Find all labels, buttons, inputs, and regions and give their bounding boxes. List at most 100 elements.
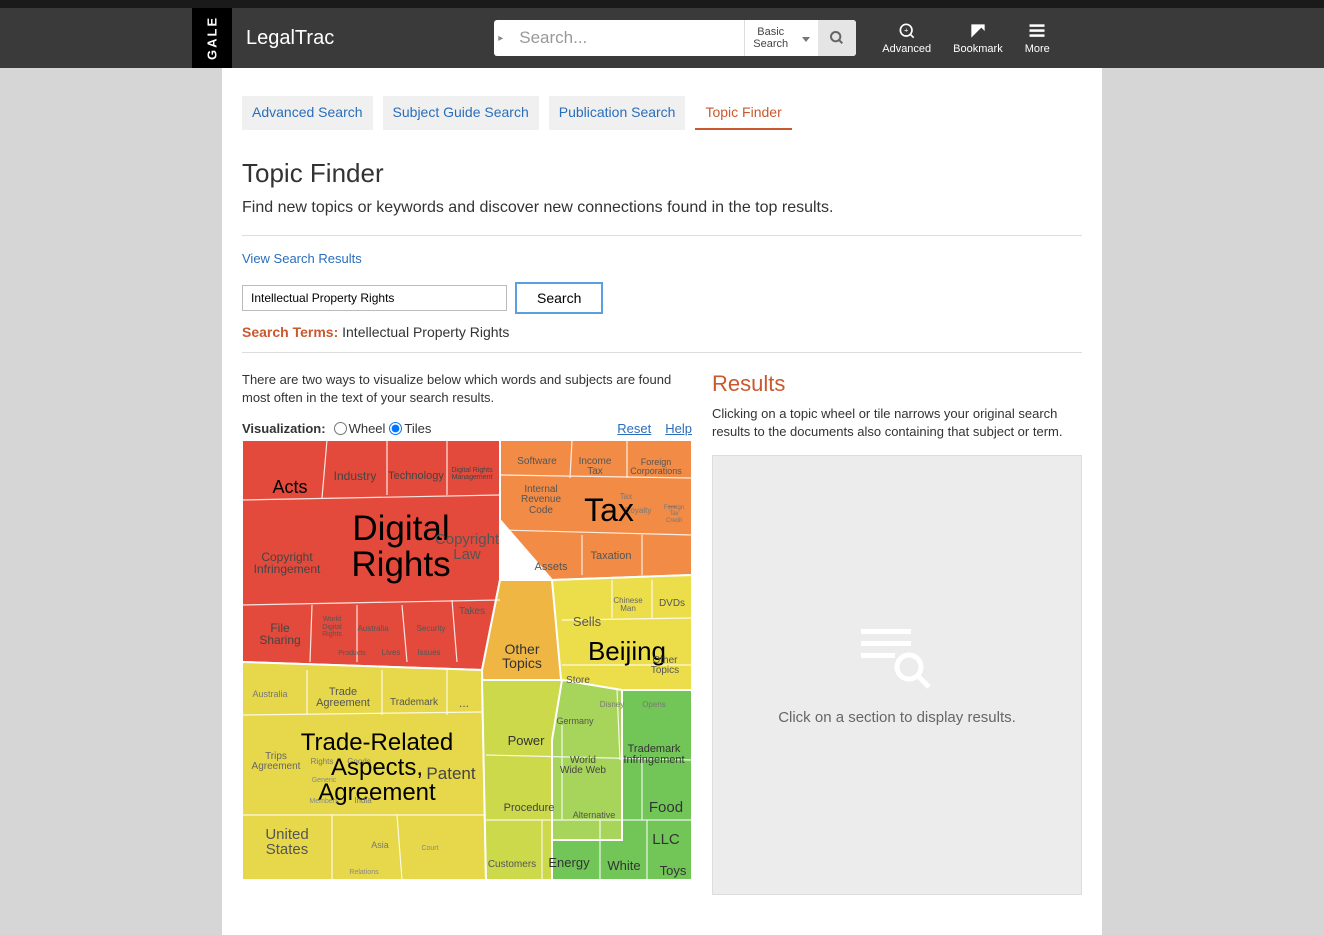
more-tool[interactable]: More — [1025, 21, 1050, 55]
results-column: Results Clicking on a topic wheel or til… — [712, 371, 1082, 895]
tile-world-digital-rights[interactable]: World Digital Rights — [312, 613, 352, 641]
tile-procedure[interactable]: Procedure — [498, 795, 560, 821]
search-type-dropdown[interactable]: Basic Search — [744, 20, 818, 56]
tab-publication-search[interactable]: Publication Search — [549, 96, 686, 130]
tile-copyright-infringement[interactable]: Copyright Infringement — [248, 545, 326, 581]
visualization-controls: Visualization: Wheel Tiles Reset Help — [242, 421, 692, 436]
tile-other-topics[interactable]: Other Topics — [640, 651, 690, 681]
brand-badge: GALE — [192, 8, 232, 68]
global-search: ▸ Basic Search — [494, 20, 856, 56]
tile-chinese-man[interactable]: Chinese Man — [606, 593, 650, 617]
tile-security[interactable]: Security — [412, 621, 450, 637]
tile-alternative[interactable]: Alternative — [568, 805, 620, 825]
svg-text:+: + — [904, 26, 909, 35]
tile-other-topics[interactable]: Other Topics — [488, 635, 556, 677]
tile-energy[interactable]: Energy — [542, 849, 596, 875]
tile-asia[interactable]: Asia — [362, 837, 398, 853]
tiles-radio[interactable] — [389, 422, 402, 435]
search-type-label: Basic Search — [744, 20, 796, 56]
tile-software[interactable]: Software — [512, 451, 562, 473]
tile-sells[interactable]: Sells — [562, 609, 612, 633]
tile-copyright-law[interactable]: Copyright Law — [434, 525, 500, 569]
tile-members[interactable]: Members — [304, 793, 344, 809]
tile-india[interactable]: India — [346, 793, 380, 809]
app-title: LegalTrac — [246, 27, 334, 50]
tile-customers[interactable]: Customers — [484, 855, 540, 875]
chevron-down-icon — [802, 37, 810, 42]
tile-digital-rights-management[interactable]: Digital Rights Management — [448, 461, 496, 487]
tile-white[interactable]: White — [600, 853, 648, 877]
tab-advanced-search[interactable]: Advanced Search — [242, 96, 373, 130]
topic-finder-input[interactable] — [242, 285, 507, 311]
tile-generic[interactable]: Generic — [306, 773, 342, 787]
visualization-column: There are two ways to visualize below wh… — [242, 371, 692, 895]
tile-takes[interactable]: Takes — [452, 603, 492, 621]
tile--[interactable]: ... — [660, 495, 684, 515]
visualization-label: Visualization: — [242, 421, 326, 436]
tile-dvds[interactable]: DVDs — [654, 595, 690, 613]
wheel-radio[interactable] — [334, 422, 347, 435]
tile-court[interactable]: Court — [412, 841, 448, 855]
header-tools: + Advanced Bookmark More — [882, 21, 1050, 55]
results-placeholder-box: Click on a section to display results. — [712, 455, 1082, 895]
topic-finder-search-button[interactable]: Search — [515, 282, 603, 314]
main-content: Advanced Search Subject Guide Search Publi… — [222, 68, 1102, 935]
tile-australia[interactable]: Australia — [246, 685, 294, 703]
tile-assets[interactable]: Assets — [526, 557, 576, 577]
tab-subject-guide-search[interactable]: Subject Guide Search — [383, 96, 539, 130]
results-placeholder-icon — [857, 625, 937, 689]
reset-link[interactable]: Reset — [617, 421, 651, 436]
search-tabs: Advanced Search Subject Guide Search Publi… — [242, 96, 1082, 130]
tile-llc[interactable]: LLC — [642, 827, 690, 851]
tab-topic-finder[interactable]: Topic Finder — [695, 96, 791, 130]
divider — [242, 235, 1082, 236]
advanced-search-tool[interactable]: + Advanced — [882, 21, 931, 55]
tile-foreign-corporations[interactable]: Foreign Corporations — [626, 453, 686, 481]
results-placeholder-text: Click on a section to display results. — [778, 709, 1016, 726]
search-button[interactable] — [818, 20, 856, 56]
tile-internal-revenue-code[interactable]: Internal Revenue Code — [512, 479, 570, 521]
tile-income-tax[interactable]: Income Tax — [570, 453, 620, 481]
visualization-help-text: There are two ways to visualize below wh… — [242, 371, 692, 407]
treemap-tiles-overlay: ActsIndustryTechnologyDigital Rights Man… — [242, 445, 692, 885]
search-terms-display: Search Terms: Intellectual Property Righ… — [242, 324, 1082, 340]
search-terms-value: Intellectual Property Rights — [342, 324, 509, 340]
tile-trademark[interactable]: Trademark — [386, 693, 442, 713]
tile-world-wide-web[interactable]: World Wide Web — [556, 745, 610, 787]
tile-file-sharing[interactable]: File Sharing — [250, 617, 310, 651]
tile-relations[interactable]: Relations — [342, 865, 386, 879]
tile-australia[interactable]: Australia — [354, 621, 392, 637]
tile-technology[interactable]: Technology — [386, 465, 446, 487]
tile-united-states[interactable]: United States — [248, 823, 326, 861]
tile-lives[interactable]: Lives — [374, 645, 408, 661]
tile-industry[interactable]: Industry — [327, 465, 383, 487]
tile-opens[interactable]: Opens — [636, 697, 672, 713]
tile-toys[interactable]: Toys — [654, 859, 692, 881]
tile-trips-agreement[interactable]: Trips Agreement — [246, 745, 306, 779]
tile-food[interactable]: Food — [642, 795, 690, 819]
results-help-text: Clicking on a topic wheel or tile narrow… — [712, 405, 1082, 441]
bookmark-icon — [968, 21, 988, 41]
tile-products[interactable]: Products — [332, 645, 372, 661]
tile-store[interactable]: Store — [556, 671, 600, 691]
tile-goods[interactable]: Goods — [342, 753, 376, 771]
tile-royalty[interactable]: Royalty — [620, 503, 656, 519]
bookmark-tool[interactable]: Bookmark — [953, 21, 1003, 55]
search-input[interactable] — [509, 20, 744, 56]
tile--[interactable]: ... — [452, 693, 476, 713]
tile-power[interactable]: Power — [498, 727, 554, 753]
tile-patent[interactable]: Patent — [420, 761, 482, 787]
menu-icon — [1027, 21, 1047, 41]
page-subtitle: Find new topics or keywords and discover… — [242, 199, 1082, 217]
results-title: Results — [712, 371, 1082, 397]
tile-taxation[interactable]: Taxation — [582, 545, 640, 567]
view-search-results-link[interactable]: View Search Results — [242, 251, 362, 266]
tile-trademark-infringement[interactable]: Trademark Infringement — [618, 737, 690, 773]
tile-issues[interactable]: Issues — [412, 645, 446, 661]
tile-rights[interactable]: Rights — [304, 753, 340, 771]
tile-germany[interactable]: Germany — [550, 711, 600, 731]
tile-trade-agreement[interactable]: Trade Agreement — [310, 681, 376, 715]
help-link[interactable]: Help — [665, 421, 692, 436]
search-icon — [829, 30, 845, 46]
divider — [242, 352, 1082, 353]
